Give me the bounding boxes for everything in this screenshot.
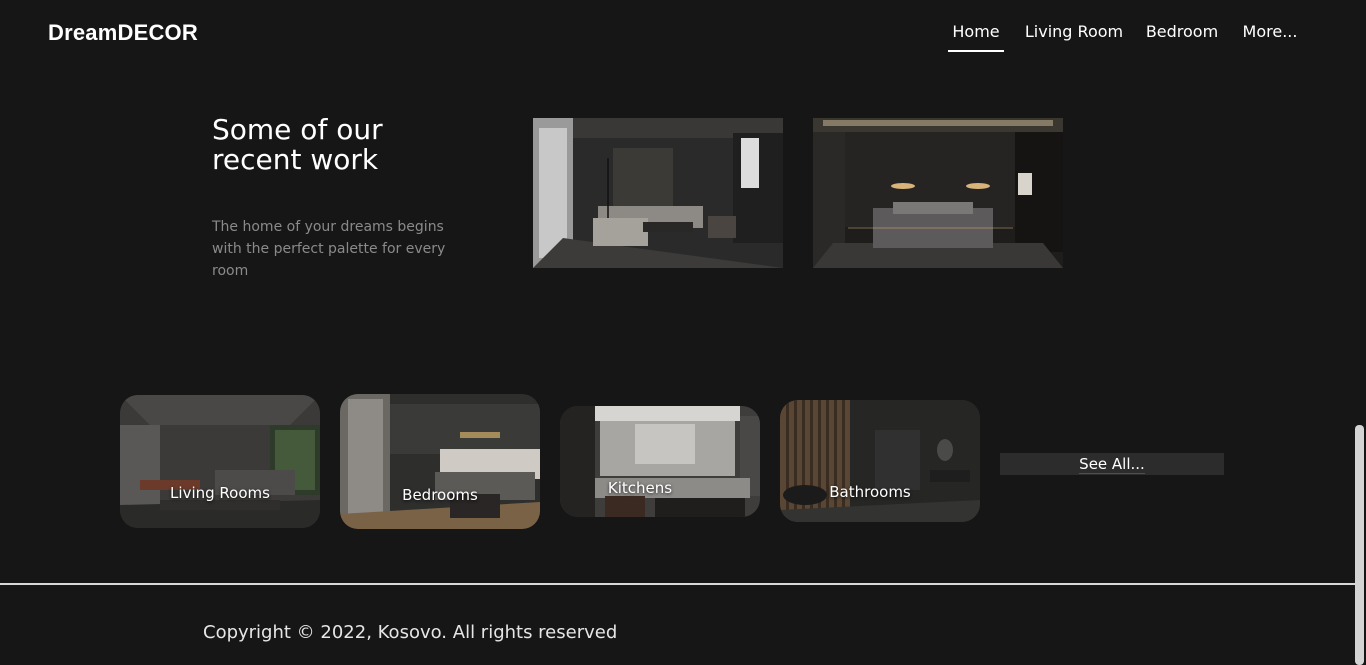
category-card-bathrooms[interactable]: Bathrooms: [780, 400, 980, 522]
nav-living-room[interactable]: Living Room: [1024, 20, 1124, 52]
page-scrollbar[interactable]: [1355, 425, 1364, 665]
category-label-bedrooms: Bedrooms: [402, 486, 478, 504]
kitchen-image: [560, 406, 760, 517]
page: DreamDECOR Home Living Room Bedroom More…: [0, 0, 1366, 665]
living-room-image: [120, 395, 320, 528]
recent-work-photo-living-room: [533, 118, 783, 268]
bathroom-image: [780, 400, 980, 522]
category-label-bathrooms: Bathrooms: [829, 483, 911, 501]
category-card-bedrooms[interactable]: Bedrooms: [340, 394, 540, 529]
category-label-kitchens: Kitchens: [607, 479, 673, 497]
category-card-living-rooms[interactable]: Living Rooms: [120, 395, 320, 528]
site-logo[interactable]: DreamDECOR: [48, 20, 198, 46]
recent-work-photo-bedroom: [813, 118, 1063, 268]
recent-work-description: The home of your dreams begins with the …: [212, 219, 446, 279]
nav-bedroom[interactable]: Bedroom: [1144, 20, 1220, 52]
see-all-button[interactable]: See All...: [1000, 453, 1224, 475]
see-all-label: See All...: [1079, 455, 1145, 474]
copyright-text: Copyright © 2022, Kosovo. All rights res…: [203, 622, 618, 643]
nav-more[interactable]: More...: [1242, 20, 1298, 52]
nav-home[interactable]: Home: [948, 20, 1004, 52]
category-card-kitchens[interactable]: Kitchens: [560, 406, 760, 517]
category-label-living-rooms: Living Rooms: [170, 484, 270, 502]
recent-work-title: Some of our recent work: [212, 113, 383, 176]
footer-divider: [0, 583, 1356, 585]
bedroom-image: [340, 394, 540, 529]
